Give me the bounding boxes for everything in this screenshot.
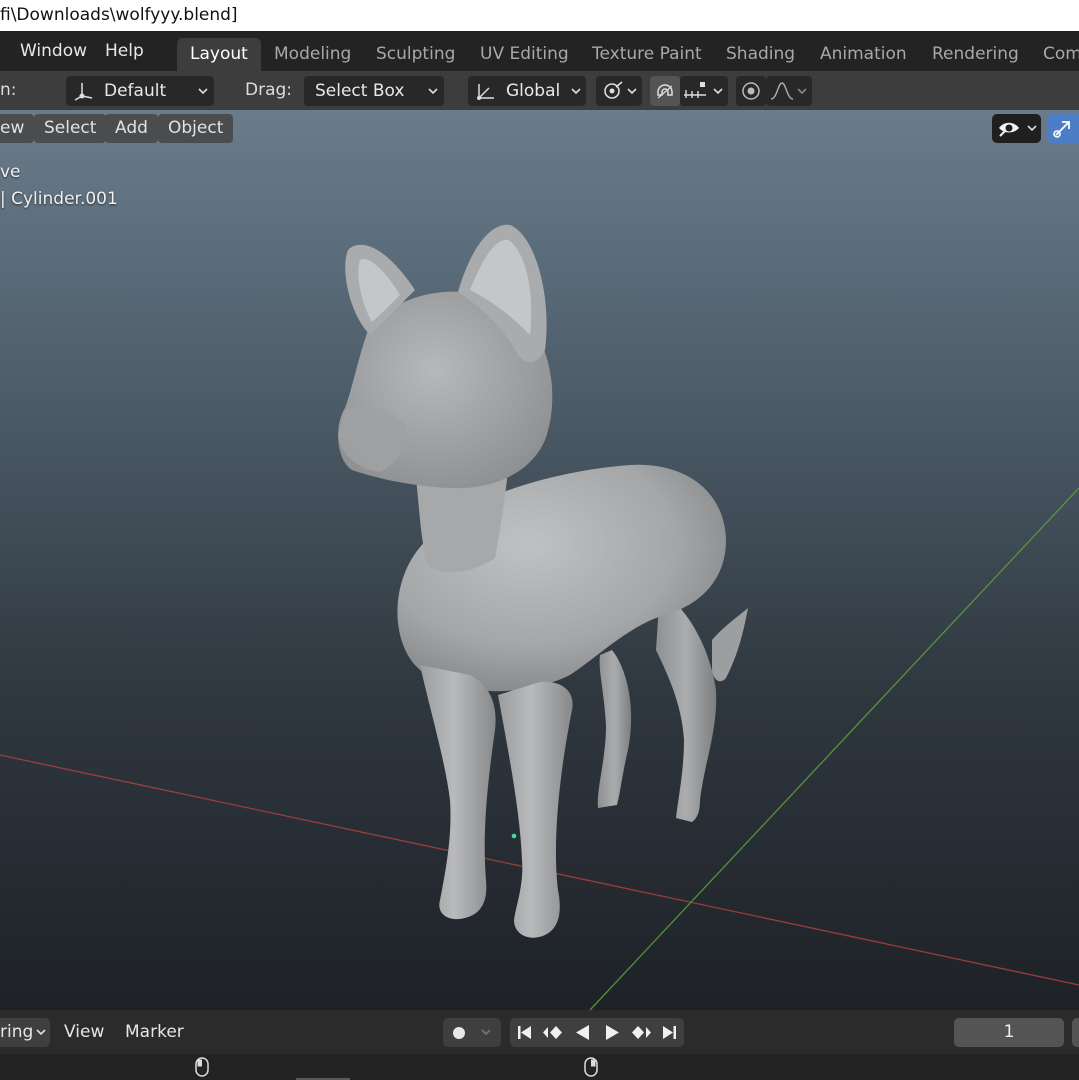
chevron-down-icon	[713, 88, 723, 95]
pivot-point-button[interactable]	[596, 76, 642, 106]
snap-magnet-icon	[657, 84, 673, 99]
transform-orientation-icon	[477, 84, 494, 100]
falloff-dropdown[interactable]	[766, 76, 812, 106]
drag-value: Select Box	[315, 81, 405, 101]
tool-header: n: Default Drag: Select Box Global	[0, 71, 1079, 110]
timeline-header: ring View Marker 1	[0, 1010, 1079, 1054]
jump-end-button[interactable]	[655, 1018, 684, 1047]
mouse-middle-icon	[584, 1057, 598, 1077]
scene-canvas[interactable]	[0, 110, 1079, 1010]
origin-dot	[511, 833, 517, 839]
tab-layout[interactable]: Layout	[177, 38, 261, 71]
tab-animation[interactable]: Animation	[807, 38, 920, 71]
playback-dropdown[interactable]: ring	[0, 1018, 50, 1047]
add-menu[interactable]: Add	[105, 114, 158, 143]
falloff-curve-icon	[770, 82, 794, 100]
play-button[interactable]	[597, 1018, 626, 1047]
jump-start-icon	[518, 1026, 531, 1039]
object-menu[interactable]: Object	[158, 114, 234, 143]
orientation-dropdown[interactable]: Default	[66, 76, 214, 106]
record-icon	[453, 1027, 465, 1039]
front-right-leg	[498, 681, 573, 938]
tab-texture-paint[interactable]: Texture Paint	[579, 38, 715, 71]
window-title-bar: fi\Downloads\wolfyyy.blend]	[0, 0, 1079, 31]
snap-target-dropdown[interactable]	[680, 76, 728, 106]
jump-end-icon	[663, 1026, 676, 1039]
select-menu[interactable]: Select	[34, 114, 107, 143]
current-frame-value: 1	[1003, 1022, 1015, 1042]
wolf-mesh[interactable]	[338, 224, 748, 938]
prev-keyframe-icon	[543, 1026, 562, 1039]
visibility-dropdown[interactable]	[992, 114, 1041, 143]
top-menu-bar: Window Help Layout Modeling Sculpting UV…	[0, 31, 1079, 71]
mouse-left-icon	[195, 1057, 209, 1077]
front-left-leg	[420, 665, 496, 920]
back-right-leg	[656, 590, 717, 822]
chevron-down-icon	[1027, 125, 1037, 132]
transform-orientation-dropdown[interactable]: Global	[468, 76, 586, 106]
auto-keying-button[interactable]	[443, 1018, 501, 1047]
next-keyframe-button[interactable]	[626, 1018, 655, 1047]
tab-shading[interactable]: Shading	[713, 38, 808, 71]
visibility-eye-icon	[999, 122, 1019, 137]
timeline-view-menu[interactable]: View	[64, 1010, 104, 1054]
current-frame-field[interactable]: 1	[954, 1018, 1064, 1047]
chevron-down-icon	[797, 88, 807, 95]
play-reverse-button[interactable]	[568, 1018, 597, 1047]
prev-keyframe-button[interactable]	[539, 1018, 568, 1047]
pivot-icon	[604, 81, 623, 99]
tab-compositing[interactable]: Com	[1030, 38, 1079, 71]
gizmo-toggle-icon	[1053, 121, 1070, 138]
play-icon	[606, 1025, 619, 1040]
chevron-down-icon	[36, 1029, 46, 1036]
window-title: fi\Downloads\wolfyyy.blend]	[0, 5, 238, 25]
tail	[712, 608, 748, 682]
orientation-icon	[74, 83, 93, 101]
window-menu[interactable]: Window	[20, 31, 87, 71]
view-menu[interactable]: ew	[0, 114, 35, 143]
orientation-label: n:	[0, 80, 17, 100]
proportional-edit-button[interactable]	[736, 76, 766, 106]
tab-sculpting[interactable]: Sculpting	[363, 38, 468, 71]
back-left-leg	[597, 650, 632, 808]
transform-orientation-value: Global	[506, 81, 561, 101]
snap-toggle-button[interactable]	[650, 76, 680, 106]
drag-dropdown[interactable]: Select Box	[304, 76, 444, 106]
tab-modeling[interactable]: Modeling	[261, 38, 364, 71]
frame-start-field[interactable]	[1072, 1018, 1079, 1047]
proportional-edit-icon	[742, 82, 760, 100]
drag-label: Drag:	[245, 80, 293, 100]
orientation-value: Default	[104, 81, 167, 101]
active-object-text: | Cylinder.001	[0, 189, 118, 209]
status-bar	[0, 1054, 1079, 1080]
3d-viewport[interactable]: ew Select Add Object ve | Cylinder.001	[0, 110, 1079, 1010]
chevron-down-icon	[198, 88, 208, 95]
jump-start-button[interactable]	[510, 1018, 539, 1047]
chevron-down-icon	[571, 88, 581, 95]
chevron-down-icon	[428, 88, 438, 95]
next-keyframe-icon	[632, 1026, 651, 1039]
chevron-down-icon	[627, 88, 637, 95]
tab-rendering[interactable]: Rendering	[919, 38, 1032, 71]
snap-increment-icon	[684, 82, 706, 98]
viewport-mode-text: ve	[0, 162, 21, 182]
help-menu[interactable]: Help	[105, 31, 144, 71]
gizmo-toggle-button[interactable]	[1047, 114, 1079, 143]
play-reverse-icon	[576, 1025, 589, 1040]
tab-uv-editing[interactable]: UV Editing	[467, 38, 582, 71]
playback-label: ring	[0, 1022, 34, 1042]
timeline-marker-menu[interactable]: Marker	[125, 1010, 184, 1054]
chevron-down-icon	[481, 1029, 491, 1036]
